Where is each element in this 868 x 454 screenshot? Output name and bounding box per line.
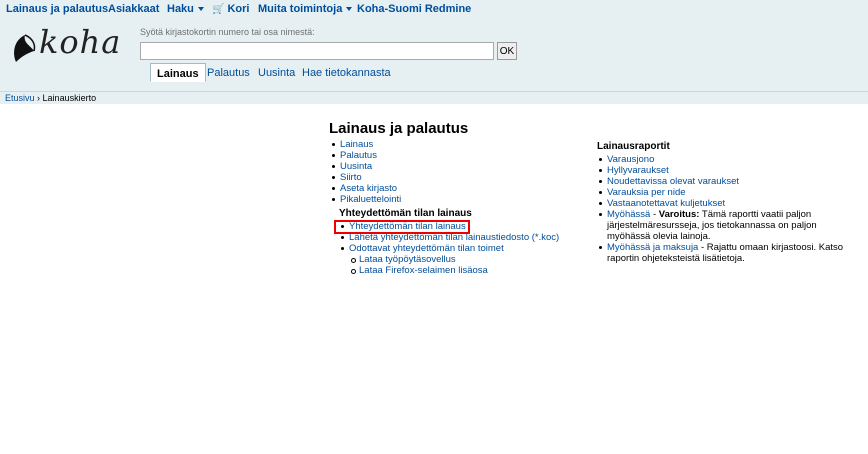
link-hold-ratios[interactable]: Varauksia per nide — [607, 187, 686, 198]
link-holds-to-pull[interactable]: Hyllyvaraukset — [607, 165, 669, 176]
link-transfers-to-receive[interactable]: Vastaanotettavat kuljetukset — [607, 198, 725, 209]
list-item: Palautus — [330, 150, 590, 161]
list-item: Hyllyvaraukset — [597, 165, 847, 176]
header: koha Syötä kirjastokortin numero tai osa… — [0, 17, 868, 91]
nav-more-dropdown[interactable]: Muita toimintoja — [258, 3, 353, 15]
link-checkin[interactable]: Palautus — [340, 150, 377, 161]
offline-heading: Yhteydettömän tilan lainaus — [339, 208, 472, 219]
cart-icon: 🛒 — [212, 4, 225, 15]
nav-cart-label: Kori — [227, 3, 250, 15]
list-item: Odottavat yhteydettömän tilan toimet — [339, 243, 589, 254]
link-renew[interactable]: Uusinta — [340, 161, 372, 172]
link-holds-queue[interactable]: Varausjono — [607, 154, 654, 165]
nav-cart[interactable]: 🛒 Kori — [212, 3, 249, 15]
link-download-desktop-app[interactable]: Lataa työpöytäsovellus — [359, 254, 456, 265]
list-item: Lainaus — [330, 139, 590, 150]
patron-search-input[interactable] — [140, 42, 494, 60]
nav-more-label: Muita toimintoja — [258, 3, 343, 15]
list-item: Varauksia per nide — [597, 187, 847, 198]
circulation-links: Lainaus Palautus Uusinta Siirto Aseta ki… — [330, 139, 590, 205]
link-overdues-with-fines[interactable]: Myöhässä ja maksuja — [607, 242, 698, 253]
list-item: Uusinta — [330, 161, 590, 172]
list-item: Lataa Firefox-selaimen lisäosa — [349, 265, 549, 276]
list-item: Aseta kirjasto — [330, 183, 590, 194]
link-fast-cataloging[interactable]: Pikaluettelointi — [340, 194, 401, 205]
nav-circulation[interactable]: Lainaus ja palautus — [6, 3, 108, 15]
list-item: Noudettavissa olevat varaukset — [597, 176, 847, 187]
tab-checkin[interactable]: Palautus — [201, 63, 256, 82]
list-item: Vastaanotettavat kuljetukset — [597, 198, 847, 209]
list-item: Myöhässä - Varoitus: Tämä raportti vaati… — [597, 209, 847, 242]
reports-heading: Lainausraportit — [597, 141, 670, 152]
list-item: Pikaluettelointi — [330, 194, 590, 205]
breadcrumb-home[interactable]: Etusivu — [5, 93, 35, 103]
offline-download-links: Lataa työpöytäsovellus Lataa Firefox-sel… — [349, 254, 549, 276]
link-holds-awaiting-pickup[interactable]: Noudettavissa olevat varaukset — [607, 176, 739, 187]
breadcrumb: Etusivu › Lainauskierto — [0, 91, 868, 104]
koha-logo[interactable]: koha — [10, 23, 120, 65]
overdues-dash: - — [650, 209, 659, 220]
link-transfer[interactable]: Siirto — [340, 172, 362, 183]
breadcrumb-separator: › — [37, 93, 41, 103]
chevron-down-icon — [346, 7, 353, 12]
chevron-down-icon — [197, 7, 204, 12]
nav-search-label: Haku — [167, 3, 194, 15]
overdues-warning-label: Varoitus: — [658, 209, 700, 220]
nav-redmine[interactable]: Koha-Suomi Redmine — [357, 3, 471, 15]
tab-renew[interactable]: Uusinta — [252, 63, 301, 82]
koha-leaf-icon — [14, 34, 36, 62]
list-item: Myöhässä ja maksuja - Rajattu omaan kirj… — [597, 242, 847, 264]
tab-checkout[interactable]: Lainaus — [150, 63, 206, 82]
search-label: Syötä kirjastokortin numero tai osa nime… — [140, 27, 315, 37]
highlight-box — [334, 220, 470, 234]
circulation-reports: Varausjono Hyllyvaraukset Noudettavissa … — [597, 154, 847, 264]
breadcrumb-current: Lainauskierto — [42, 93, 97, 103]
tab-catalog-search[interactable]: Hae tietokannasta — [296, 63, 397, 82]
link-overdues[interactable]: Myöhässä — [607, 209, 650, 220]
search-ok-button[interactable]: OK — [497, 42, 517, 60]
nav-search-dropdown[interactable]: Haku — [167, 3, 204, 15]
logo-text: koha — [39, 23, 122, 61]
list-item: Varausjono — [597, 154, 847, 165]
link-set-library[interactable]: Aseta kirjasto — [340, 183, 397, 194]
list-item: Siirto — [330, 172, 590, 183]
link-checkout[interactable]: Lainaus — [340, 139, 373, 150]
list-item: Lataa työpöytäsovellus — [349, 254, 549, 265]
nav-patrons[interactable]: Asiakkaat — [108, 3, 159, 15]
top-navbar: Lainaus ja palautus Asiakkaat Haku 🛒 Kori… — [0, 0, 868, 17]
link-pending-offline-actions[interactable]: Odottavat yhteydettömän tilan toimet — [349, 243, 504, 254]
page-title: Lainaus ja palautus — [329, 120, 469, 137]
link-download-firefox-addon[interactable]: Lataa Firefox-selaimen lisäosa — [359, 265, 488, 276]
